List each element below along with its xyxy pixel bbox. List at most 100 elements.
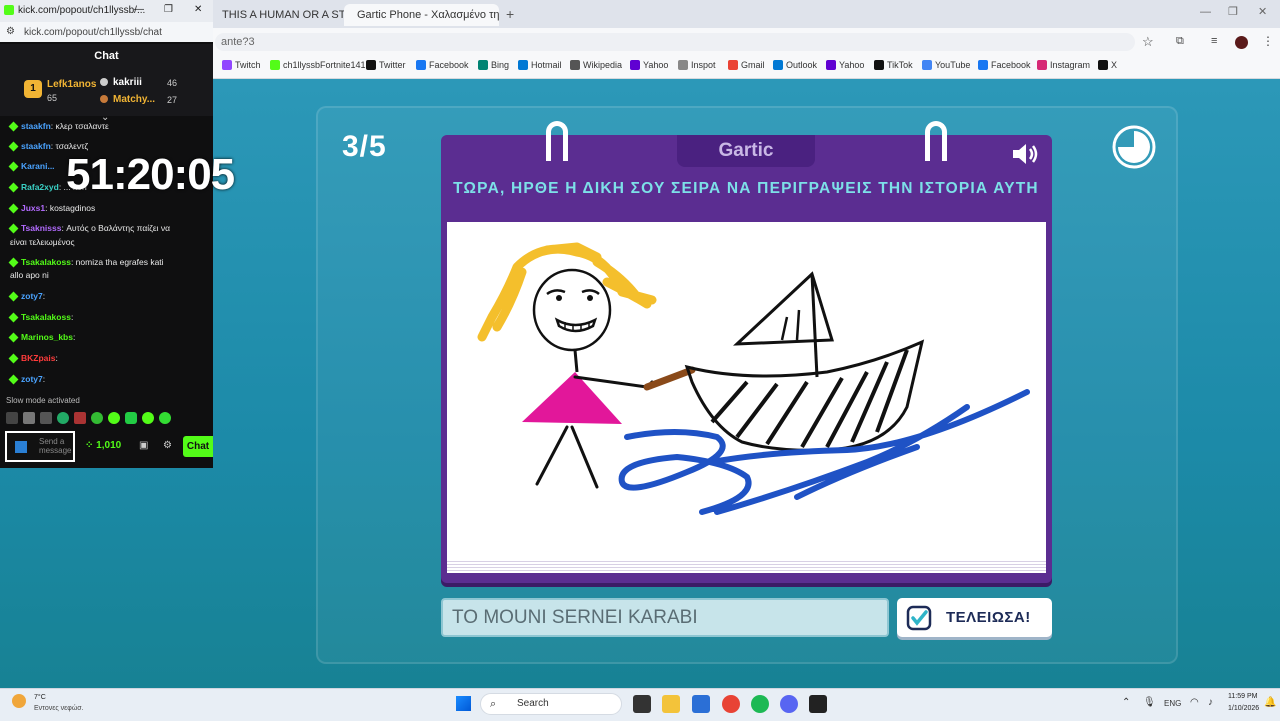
bookmark-favicon-icon <box>773 60 783 70</box>
subscriber-badge-icon <box>8 141 19 152</box>
extensions-icon[interactable]: ⧉ <box>1176 35 1184 48</box>
bookmark-item[interactable]: Facebook <box>978 60 1031 70</box>
browser-menu-icon[interactable]: ⋮ <box>1262 34 1274 48</box>
discord-icon[interactable] <box>780 695 798 713</box>
leader-name[interactable]: kakriii <box>113 77 142 88</box>
chat-input-placeholder: Send a message <box>39 437 72 455</box>
minimize-window-icon[interactable]: — <box>1200 6 1211 18</box>
emote-icon[interactable] <box>57 412 69 424</box>
bookmark-item[interactable]: Hotmail <box>518 60 562 70</box>
emote-icon[interactable] <box>6 412 18 424</box>
bookmark-item[interactable]: Inspot <box>678 60 716 70</box>
speaker-icon[interactable] <box>1011 142 1041 166</box>
bookmark-item[interactable]: Wikipedia <box>570 60 622 70</box>
bookmark-item[interactable]: Twitch <box>222 60 261 70</box>
chat-username[interactable]: Tsaknisss <box>21 223 61 233</box>
gift-icon[interactable]: ▣ <box>139 440 148 451</box>
chat-username[interactable]: zoty7 <box>21 374 43 384</box>
windows-start-icon[interactable] <box>456 696 471 711</box>
weather-desc: Εντονες νεφώσ. <box>34 705 84 712</box>
chat-username[interactable]: Karani... <box>21 161 55 171</box>
bookmark-item[interactable]: YouTube <box>922 60 970 70</box>
bookmark-item[interactable]: Twitter <box>366 60 406 70</box>
chrome-icon[interactable] <box>722 695 740 713</box>
chat-username[interactable]: Marinos_kbs <box>21 332 73 342</box>
close-window-icon[interactable]: ✕ <box>1258 5 1267 18</box>
chat-username[interactable]: BKZpais <box>21 353 55 363</box>
weather-temp: 7°C <box>34 694 46 701</box>
spotify-icon[interactable] <box>751 695 769 713</box>
restore-window-icon[interactable]: ❐ <box>164 4 173 15</box>
bookmark-label: TikTok <box>887 60 913 70</box>
browser-tab-active[interactable]: Gartic Phone - Χαλασμένο τηλ ✕ <box>344 4 499 26</box>
leader-name[interactable]: Lefk1anos <box>47 79 96 90</box>
chat-input[interactable]: Send a message <box>5 431 75 462</box>
chat-username[interactable]: Juxs1 <box>21 203 45 213</box>
description-input[interactable]: TO MOUNI SERNEI KARABI <box>441 598 889 637</box>
media-control-icon[interactable]: ≡ <box>1211 35 1217 47</box>
bookmark-item[interactable]: Yahoo <box>826 60 864 70</box>
bookmark-star-icon[interactable]: ☆ <box>1142 34 1154 50</box>
bookmark-item[interactable]: Outlook <box>773 60 817 70</box>
emote-icon[interactable] <box>74 412 86 424</box>
store-icon[interactable] <box>692 695 710 713</box>
bookmark-item[interactable]: Bing <box>478 60 509 70</box>
chat-username[interactable]: staakfn <box>21 141 51 151</box>
emote-icon[interactable] <box>159 412 171 424</box>
chat-settings-icon[interactable]: ⚙ <box>163 440 172 451</box>
bookmark-item[interactable]: ch1llyssbFortnite141 <box>270 60 366 70</box>
wifi-icon[interactable]: ◠ <box>1190 697 1199 708</box>
restore-window-icon[interactable]: ❐ <box>1228 5 1238 18</box>
epic-games-icon[interactable] <box>809 695 827 713</box>
emote-icon[interactable] <box>125 412 137 424</box>
done-button[interactable]: ΤΕΛΕΙΩΣΑ! <box>897 598 1052 637</box>
bookmark-label: Facebook <box>991 60 1031 70</box>
emote-icon[interactable] <box>142 412 154 424</box>
bookmark-item[interactable]: Gmail <box>728 60 765 70</box>
emote-icon[interactable] <box>91 412 103 424</box>
chat-send-button[interactable]: Chat <box>183 436 213 457</box>
weather-icon[interactable] <box>12 694 26 708</box>
chat-username[interactable]: Rafa2xyd <box>21 182 59 192</box>
chat-message-text: : κλερ τσαλαντε <box>50 121 109 131</box>
chat-username[interactable]: staakfn <box>21 121 51 131</box>
chat-username[interactable]: Tsakalakoss <box>21 312 71 322</box>
close-window-icon[interactable]: ✕ <box>194 4 202 15</box>
browser-tab[interactable]: THIS A HUMAN OR A STREA ✕ <box>214 4 344 26</box>
tray-chevron-icon[interactable]: ⌃ <box>1122 697 1130 708</box>
notifications-icon[interactable]: 🔔 <box>1264 697 1276 708</box>
taskbar-search[interactable]: ⌕ Search <box>480 693 622 715</box>
minimize-window-icon[interactable]: — <box>134 4 144 15</box>
clock-time[interactable]: 11:59 PM <box>1228 693 1257 700</box>
volume-icon[interactable]: ♪ <box>1208 697 1213 708</box>
emote-icon[interactable] <box>23 412 35 424</box>
bookmark-favicon-icon <box>570 60 580 70</box>
new-tab-icon[interactable]: + <box>506 6 514 22</box>
bookmark-item[interactable]: Facebook <box>416 60 469 70</box>
chat-message: Tsakalakoss: nomiza tha egrafes kati <box>8 257 164 268</box>
chat-username[interactable]: Tsakalakoss <box>21 257 71 267</box>
bookmark-item[interactable]: X <box>1098 60 1117 70</box>
emote-icon[interactable] <box>40 412 52 424</box>
task-view-icon[interactable] <box>633 695 651 713</box>
bookmark-item[interactable]: Yahoo <box>630 60 668 70</box>
site-info-icon[interactable]: ⚙ <box>6 26 15 37</box>
address-bar[interactable]: ante?3 <box>215 33 1135 51</box>
leader-name[interactable]: Matchy... <box>113 94 155 105</box>
kick-address-bar[interactable]: ⚙ kick.com/popout/ch1llyssb/chat <box>0 22 213 42</box>
emote-icon[interactable] <box>108 412 120 424</box>
chat-username[interactable]: zoty7 <box>21 291 43 301</box>
clock-date[interactable]: 1/10/2026 <box>1228 705 1259 712</box>
profile-avatar[interactable] <box>1235 36 1248 49</box>
subscriber-badge-icon <box>8 332 19 343</box>
microphone-icon[interactable]: 🎙 <box>1143 697 1156 708</box>
kick-favicon-icon <box>4 5 14 15</box>
channel-points[interactable]: ⁘ 1,010 <box>85 440 121 451</box>
bookmark-favicon-icon <box>1037 60 1047 70</box>
file-explorer-icon[interactable] <box>662 695 680 713</box>
language-indicator[interactable]: ENG <box>1164 699 1181 708</box>
chat-header: Chat <box>0 44 213 68</box>
bookmark-favicon-icon <box>678 60 688 70</box>
bookmark-item[interactable]: TikTok <box>874 60 913 70</box>
bookmark-item[interactable]: Instagram <box>1037 60 1090 70</box>
